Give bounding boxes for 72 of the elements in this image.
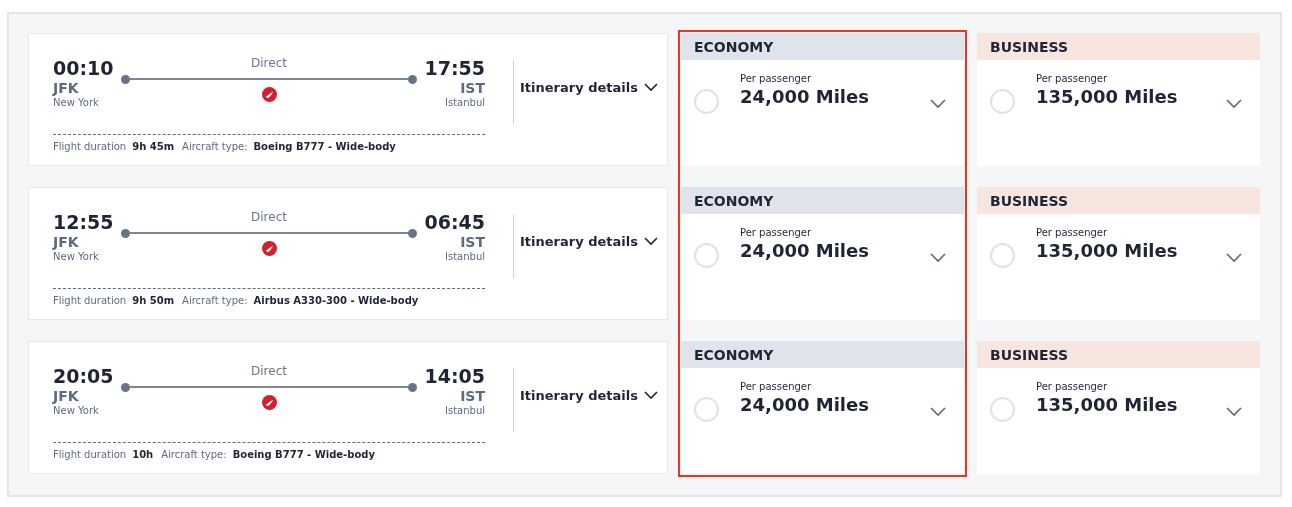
departure-time: 00:10 bbox=[53, 56, 114, 80]
arrival-time: 14:05 bbox=[424, 364, 485, 388]
fare-radio[interactable] bbox=[694, 397, 719, 422]
stop-label: Direct bbox=[251, 210, 287, 226]
chevron-down-icon[interactable] bbox=[930, 253, 946, 263]
fare-class-header: BUSINESS bbox=[977, 33, 1260, 60]
arrival-code: IST bbox=[460, 80, 485, 96]
chevron-down-icon bbox=[643, 83, 658, 92]
chevron-down-icon[interactable] bbox=[1226, 99, 1242, 109]
miles-price: 24,000 Miles bbox=[740, 86, 870, 107]
chevron-down-icon bbox=[643, 237, 658, 246]
fare-radio[interactable] bbox=[990, 89, 1015, 114]
arrival-code: IST bbox=[460, 388, 485, 404]
stop-label: Direct bbox=[251, 56, 287, 72]
arrival-city: Istanbul bbox=[445, 250, 485, 264]
departure-code: JFK bbox=[53, 80, 79, 96]
itinerary-details-button[interactable]: Itinerary details bbox=[514, 234, 658, 249]
fare-class-header: BUSINESS bbox=[977, 187, 1260, 214]
departure-time: 12:55 bbox=[53, 210, 114, 234]
itinerary-details-button[interactable]: Itinerary details bbox=[514, 80, 658, 95]
chevron-down-icon[interactable] bbox=[930, 407, 946, 417]
aircraft-value: Boeing B777 - Wide-body bbox=[253, 141, 396, 152]
miles-price: 24,000 Miles bbox=[740, 394, 870, 415]
departure-city: New York bbox=[53, 96, 99, 110]
itinerary-details-button[interactable]: Itinerary details bbox=[514, 388, 658, 403]
fare-radio[interactable] bbox=[990, 397, 1015, 422]
duration-value: 9h 50m bbox=[132, 295, 175, 306]
per-passenger-label: Per passenger bbox=[740, 227, 813, 238]
duration-value: 10h bbox=[132, 449, 154, 460]
per-passenger-label: Per passenger bbox=[740, 73, 813, 84]
aircraft-label: Aircraft type: bbox=[182, 141, 248, 152]
arrival-city: Istanbul bbox=[445, 96, 485, 110]
per-passenger-label: Per passenger bbox=[1036, 227, 1109, 238]
arrival-time: 06:45 bbox=[424, 210, 485, 234]
airline-logo-icon bbox=[261, 395, 277, 410]
aircraft-label: Aircraft type: bbox=[161, 449, 227, 460]
miles-price: 135,000 Miles bbox=[1036, 240, 1179, 261]
duration-value: 9h 45m bbox=[132, 141, 175, 152]
duration-label: Flight duration bbox=[53, 449, 127, 460]
duration-label: Flight duration bbox=[53, 141, 127, 152]
fare-class-header: BUSINESS bbox=[977, 341, 1260, 368]
aircraft-label: Aircraft type: bbox=[182, 295, 248, 306]
fare-class-header: ECONOMY bbox=[681, 341, 964, 368]
aircraft-value: Boeing B777 - Wide-body bbox=[232, 449, 375, 460]
per-passenger-label: Per passenger bbox=[1036, 381, 1109, 392]
arrival-code: IST bbox=[460, 234, 485, 250]
departure-code: JFK bbox=[53, 388, 79, 404]
departure-city: New York bbox=[53, 250, 99, 264]
aircraft-value: Airbus A330-300 - Wide-body bbox=[253, 295, 419, 306]
departure-time: 20:05 bbox=[53, 364, 114, 388]
departure-code: JFK bbox=[53, 234, 79, 250]
arrival-time: 17:55 bbox=[424, 56, 485, 80]
chevron-down-icon bbox=[643, 391, 658, 400]
miles-price: 135,000 Miles bbox=[1036, 394, 1179, 415]
airline-logo-icon bbox=[261, 241, 277, 256]
per-passenger-label: Per passenger bbox=[1036, 73, 1109, 84]
chevron-down-icon[interactable] bbox=[1226, 253, 1242, 263]
miles-price: 135,000 Miles bbox=[1036, 86, 1179, 107]
per-passenger-label: Per passenger bbox=[740, 381, 813, 392]
airline-logo-icon bbox=[261, 87, 277, 102]
fare-radio[interactable] bbox=[694, 243, 719, 268]
duration-label: Flight duration bbox=[53, 295, 127, 306]
miles-price: 24,000 Miles bbox=[740, 240, 870, 261]
arrival-city: Istanbul bbox=[445, 404, 485, 418]
chevron-down-icon[interactable] bbox=[1226, 407, 1242, 417]
stop-label: Direct bbox=[251, 364, 287, 380]
fare-class-header: ECONOMY bbox=[681, 33, 964, 60]
fare-class-header: ECONOMY bbox=[681, 187, 964, 214]
fare-radio[interactable] bbox=[990, 243, 1015, 268]
chevron-down-icon[interactable] bbox=[930, 99, 946, 109]
fare-radio[interactable] bbox=[694, 89, 719, 114]
departure-city: New York bbox=[53, 404, 99, 418]
